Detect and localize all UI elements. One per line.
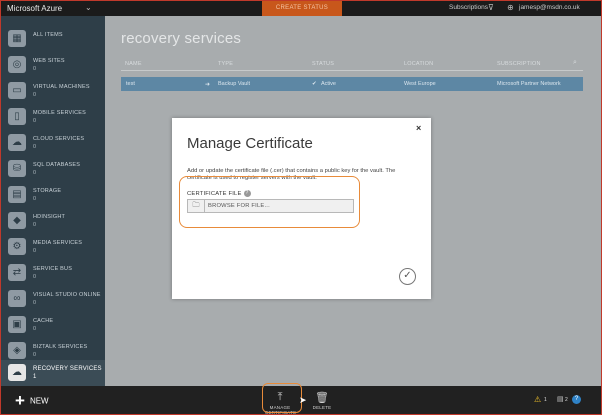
cloud-icon: ☁ xyxy=(8,134,26,151)
create-status-badge[interactable]: CREATE STATUS xyxy=(262,1,342,16)
dialog-title: Manage Certificate xyxy=(187,135,313,152)
mobile-icon: ▯ xyxy=(8,108,26,125)
check-icon: ✔ xyxy=(312,81,317,87)
column-header-type[interactable]: TYPE xyxy=(218,61,233,67)
ok-check-button[interactable]: ✓ xyxy=(399,268,416,285)
column-header-status[interactable]: STATUS xyxy=(312,61,334,67)
sidebar-item-label: RECOVERY SERVICES xyxy=(33,366,102,372)
sidebar-item-label: BIZTALK SERVICES xyxy=(33,344,88,350)
filter-icon[interactable]: ⊽ xyxy=(488,3,494,12)
sidebar-item-count: 0 xyxy=(33,274,37,280)
row-subscription: Microsoft Partner Network xyxy=(497,81,561,87)
sidebar-item-count: 0 xyxy=(33,352,37,358)
row-status: Active xyxy=(321,81,336,87)
globe-icon[interactable]: ⊕ xyxy=(507,3,514,12)
plus-icon: + xyxy=(15,391,25,410)
sidebar-item-label: MEDIA SERVICES xyxy=(33,240,83,246)
sidebar-item-cache[interactable]: ▣ CACHE 0 xyxy=(1,312,105,338)
cache-icon: ▣ xyxy=(8,316,26,333)
visual-studio-icon: ∞ xyxy=(8,290,26,307)
sidebar-item-label: WEB SITES xyxy=(33,58,65,64)
azure-portal-window: Microsoft Azure ⌄ CREATE STATUS Subscrip… xyxy=(0,0,602,415)
sidebar-item-virtual-machines[interactable]: ▭ VIRTUAL MACHINES 0 xyxy=(1,78,105,104)
sidebar-item-count: 0 xyxy=(33,118,37,124)
sidebar-item-count: 0 xyxy=(33,222,37,228)
column-header-name[interactable]: NAME xyxy=(125,61,142,67)
sidebar: ▦ ALL ITEMS ◎ WEB SITES 0 ▭ VIRTUAL MACH… xyxy=(1,16,105,386)
sidebar-item-label: MOBILE SERVICES xyxy=(33,110,87,116)
notification-count: 2 xyxy=(565,397,568,403)
help-icon[interactable]: ? xyxy=(572,395,581,404)
sidebar-item-count: 0 xyxy=(33,66,37,72)
row-name[interactable]: test xyxy=(126,81,135,87)
storage-icon: ▤ xyxy=(8,186,26,203)
user-account[interactable]: jamesp@msdn.co.uk xyxy=(519,4,580,11)
new-label: NEW xyxy=(29,396,49,406)
sidebar-item-storage[interactable]: ▤ STORAGE 0 xyxy=(1,182,105,208)
sidebar-item-all-items[interactable]: ▦ ALL ITEMS xyxy=(1,26,105,52)
chevron-down-icon[interactable]: ⌄ xyxy=(85,3,92,12)
sidebar-item-mobile-services[interactable]: ▯ MOBILE SERVICES 0 xyxy=(1,104,105,130)
sidebar-item-service-bus[interactable]: ⇄ SERVICE BUS 0 xyxy=(1,260,105,286)
grid-icon: ▦ xyxy=(8,30,26,47)
command-label: DELETE xyxy=(312,405,332,410)
column-header-subscription[interactable]: SUBSCRIPTION xyxy=(497,61,541,67)
sidebar-item-hdinsight[interactable]: ◆ HDINSIGHT 0 xyxy=(1,208,105,234)
table-row[interactable]: test ➜ Backup Vault ✔ Active West Europe… xyxy=(121,77,583,91)
media-icon: ⚙ xyxy=(8,238,26,255)
sidebar-item-label: CLOUD SERVICES xyxy=(33,136,85,142)
search-icon[interactable]: ⌕ xyxy=(573,59,583,70)
database-icon: ⛁ xyxy=(8,160,26,177)
warning-icon[interactable]: ⚠ xyxy=(534,395,541,404)
bus-icon: ⇄ xyxy=(8,264,26,281)
mouse-cursor-icon: ➤ xyxy=(299,395,307,405)
manage-certificate-highlight xyxy=(262,383,302,413)
table-header: NAME TYPE STATUS LOCATION SUBSCRIPTION ⌕ xyxy=(121,59,583,71)
sidebar-item-label: HDINSIGHT xyxy=(33,214,66,220)
top-bar: Microsoft Azure ⌄ CREATE STATUS Subscrip… xyxy=(1,1,601,16)
sidebar-item-count: 0 xyxy=(33,92,37,98)
sidebar-item-label: ALL ITEMS xyxy=(33,32,63,38)
arrow-right-icon[interactable]: ➜ xyxy=(205,81,210,88)
sidebar-item-web-sites[interactable]: ◎ WEB SITES 0 xyxy=(1,52,105,78)
close-icon[interactable]: × xyxy=(416,123,421,133)
sidebar-item-visual-studio-online[interactable]: ∞ VISUAL STUDIO ONLINE 0 xyxy=(1,286,105,312)
sidebar-item-recovery-services[interactable]: ☁ RECOVERY SERVICES 1 xyxy=(1,360,105,386)
biztalk-icon: ◈ xyxy=(8,342,26,359)
subscriptions-link[interactable]: Subscriptions xyxy=(449,4,488,11)
delete-button[interactable]: 🗑 DELETE xyxy=(307,391,337,410)
new-button[interactable]: + NEW xyxy=(15,391,49,411)
page-title: recovery services xyxy=(121,30,242,47)
sidebar-item-label: STORAGE xyxy=(33,188,62,194)
monitor-icon: ▭ xyxy=(8,82,26,99)
sidebar-item-count: 0 xyxy=(33,196,37,202)
sidebar-item-count: 1 xyxy=(33,374,37,380)
sidebar-item-label: SERVICE BUS xyxy=(33,266,73,272)
sidebar-item-count: 0 xyxy=(33,248,37,254)
sidebar-item-label: SQL DATABASES xyxy=(33,162,81,168)
sidebar-item-label: VISUAL STUDIO ONLINE xyxy=(33,292,101,298)
warning-count: 1 xyxy=(544,397,547,403)
brand-title[interactable]: Microsoft Azure xyxy=(7,4,62,13)
notification-icon[interactable]: ▤ xyxy=(557,395,564,403)
certificate-field-highlight xyxy=(179,176,360,228)
sidebar-item-label: VIRTUAL MACHINES xyxy=(33,84,90,90)
recovery-cloud-icon: ☁ xyxy=(8,364,26,381)
sidebar-item-label: CACHE xyxy=(33,318,54,324)
sidebar-item-count: 0 xyxy=(33,326,37,332)
sidebar-item-count: 0 xyxy=(33,144,37,150)
sidebar-item-sql-databases[interactable]: ⛁ SQL DATABASES 0 xyxy=(1,156,105,182)
elephant-icon: ◆ xyxy=(8,212,26,229)
sidebar-item-media-services[interactable]: ⚙ MEDIA SERVICES 0 xyxy=(1,234,105,260)
globe-icon: ◎ xyxy=(8,56,26,73)
row-location: West Europe xyxy=(404,81,436,87)
column-header-location[interactable]: LOCATION xyxy=(404,61,433,67)
trash-icon: 🗑 xyxy=(315,392,329,404)
sidebar-item-count: 0 xyxy=(33,170,37,176)
sidebar-item-count: 0 xyxy=(33,300,37,306)
row-type: Backup Vault xyxy=(218,81,251,87)
sidebar-item-cloud-services[interactable]: ☁ CLOUD SERVICES 0 xyxy=(1,130,105,156)
